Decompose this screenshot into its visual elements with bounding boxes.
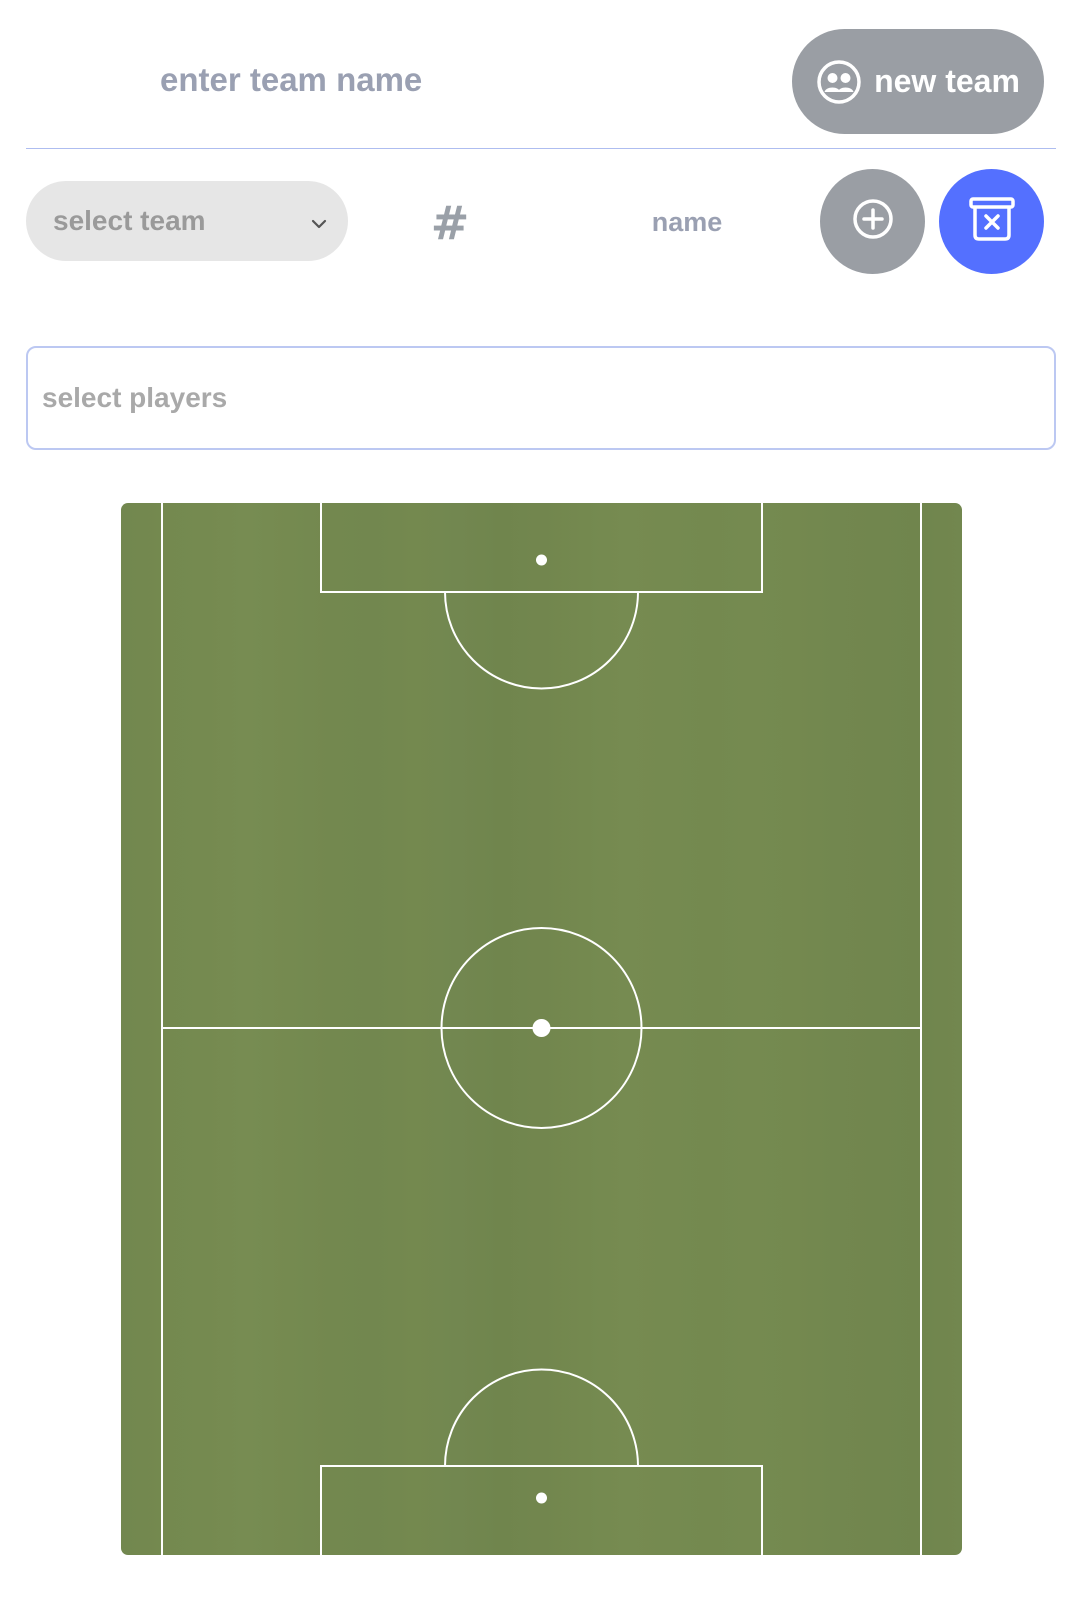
- football-pitch[interactable]: [121, 503, 962, 1555]
- player-number-input[interactable]: #: [420, 188, 480, 258]
- team-select[interactable]: select team: [26, 181, 348, 261]
- divider: [26, 148, 1056, 149]
- team-name-input[interactable]: [150, 52, 730, 108]
- chevron-down-icon: [310, 205, 328, 237]
- new-team-label: new team: [874, 63, 1020, 99]
- select-players-input[interactable]: select players: [26, 346, 1056, 450]
- bottom-penalty-area: [320, 1465, 763, 1555]
- select-players-placeholder: select players: [42, 382, 228, 413]
- add-player-button[interactable]: [820, 169, 925, 274]
- group-icon: [816, 59, 862, 105]
- number-label: #: [430, 196, 470, 250]
- player-name-input[interactable]: [590, 196, 784, 248]
- bottom-penalty-arc: [444, 1368, 639, 1467]
- trash-x-icon: [967, 194, 1017, 249]
- delete-team-button[interactable]: [939, 169, 1044, 274]
- team-select-label: select team: [53, 205, 206, 236]
- plus-circle-icon: [851, 197, 895, 246]
- bottom-penalty-spot: [536, 1492, 547, 1504]
- top-penalty-arc: [444, 591, 639, 690]
- pitch-markings: [161, 503, 922, 1555]
- top-penalty-spot: [536, 554, 547, 566]
- center-spot: [532, 1019, 551, 1037]
- new-team-button[interactable]: new team: [792, 29, 1044, 134]
- team-builder-page: new team select team #: [0, 0, 1080, 1600]
- top-penalty-area: [320, 503, 763, 593]
